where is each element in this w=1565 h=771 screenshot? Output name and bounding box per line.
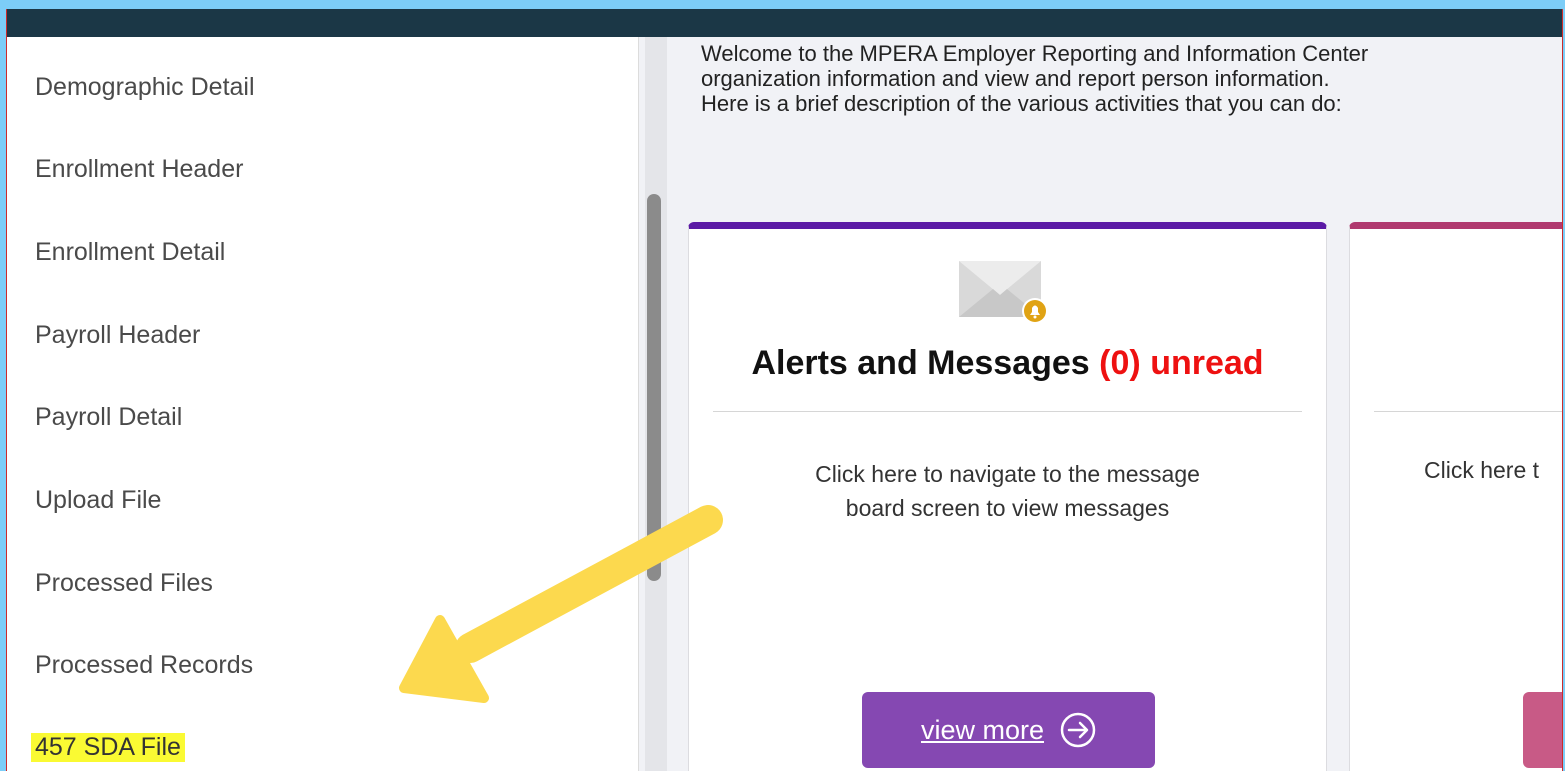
top-navigation-bar [7, 9, 1562, 37]
app-window: Demographic Detail Enrollment Header Enr… [6, 9, 1563, 771]
card-divider [1374, 411, 1562, 412]
arrow-circle-right-icon [1060, 712, 1096, 748]
sidebar-item-payroll-header[interactable]: Payroll Header [35, 321, 200, 350]
unread-label: unread [1150, 344, 1264, 382]
sidebar-item-457-sda-file[interactable]: 457 SDA File [31, 733, 185, 762]
sidebar-scrollbar-thumb[interactable] [647, 194, 661, 581]
view-more-button[interactable] [1523, 692, 1562, 768]
card-description: Click here t [1424, 457, 1540, 483]
welcome-line-1: Welcome to the MPERA Employer Reporting … [701, 41, 1369, 66]
card-description-line-2: board screen to view messages [845, 495, 1170, 521]
sidebar-item-enrollment-detail[interactable]: Enrollment Detail [35, 238, 225, 267]
welcome-line-2: organization information and view and re… [701, 66, 1330, 91]
second-activity-card[interactable]: Click here t [1349, 222, 1562, 771]
welcome-text: Welcome to the MPERA Employer Reporting … [701, 41, 1368, 116]
card-description: Click here to navigate to the message bo… [689, 457, 1326, 525]
sidebar-item-demographic-detail[interactable]: Demographic Detail [35, 73, 255, 102]
sidebar-item-enrollment-header[interactable]: Enrollment Header [35, 155, 243, 184]
card-description-line-1: Click here to navigate to the message [815, 461, 1200, 487]
card-title: Alerts and Messages (0) unread [689, 344, 1326, 383]
sidebar-item-processed-files[interactable]: Processed Files [35, 569, 213, 598]
view-more-button[interactable]: view more [862, 692, 1155, 768]
card-title-text: Alerts and Messages [751, 344, 1090, 382]
alerts-messages-card[interactable]: Alerts and Messages (0) unread Click her… [688, 222, 1327, 771]
sidebar-menu: Demographic Detail Enrollment Header Enr… [7, 37, 639, 771]
main-content: Welcome to the MPERA Employer Reporting … [671, 37, 1562, 771]
unread-count: (0) [1099, 344, 1141, 382]
welcome-line-3: Here is a brief description of the vario… [701, 91, 1342, 116]
card-divider [713, 411, 1302, 412]
view-more-label: view more [920, 714, 1045, 745]
sidebar-item-payroll-detail[interactable]: Payroll Detail [35, 403, 182, 432]
envelope-bell-icon [959, 261, 1048, 324]
sidebar-item-processed-records[interactable]: Processed Records [35, 651, 253, 680]
sidebar-item-upload-file[interactable]: Upload File [35, 486, 161, 515]
